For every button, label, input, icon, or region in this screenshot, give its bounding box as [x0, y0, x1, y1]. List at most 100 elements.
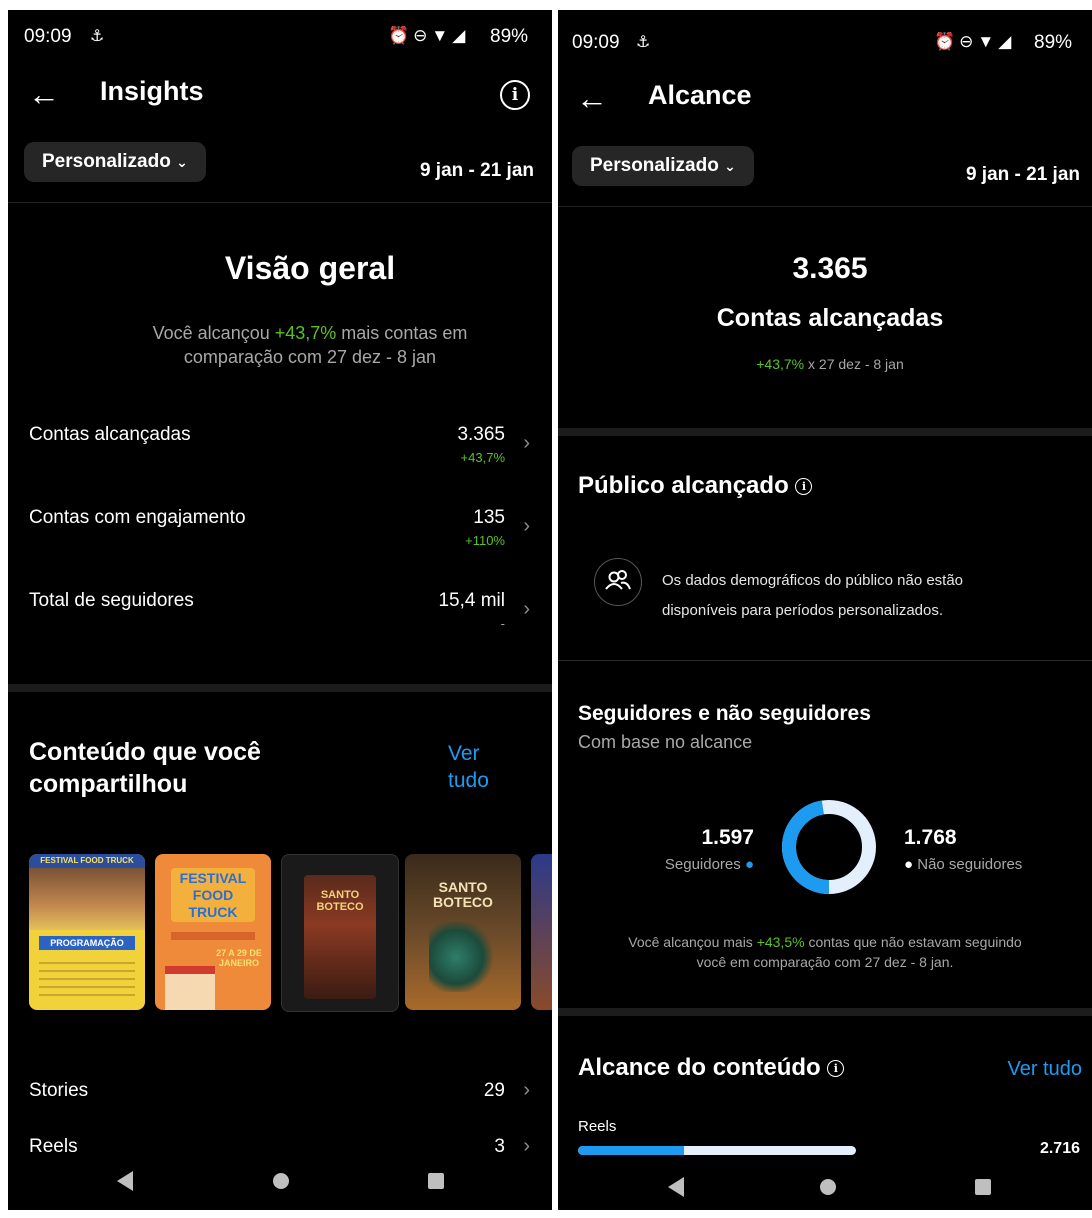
followers-donut-chart	[782, 800, 876, 894]
chevron-right-icon: ›	[523, 598, 530, 620]
reach-compare: +43,7% x 27 dez - 8 jan	[756, 356, 904, 372]
overview-summary-pct: +43,7%	[274, 323, 337, 343]
followers-subheading: Com base no alcance	[578, 732, 753, 752]
divider	[8, 202, 552, 203]
non-followers-label: ● Não seguidores	[904, 856, 1023, 873]
reels-row[interactable]: Reels 3 ›	[8, 1126, 552, 1170]
non-followers-dot: ●	[904, 856, 914, 873]
info-icon[interactable]: i	[795, 478, 813, 496]
audience-notice: Os dados demográficos do público não est…	[662, 572, 964, 619]
section-divider	[558, 428, 1092, 436]
notification-icon: ⚓	[90, 28, 105, 45]
battery-level: 89%	[1034, 32, 1073, 53]
see-all-reach-link[interactable]: Ver tudo	[1007, 1058, 1082, 1081]
list-label: Reels	[29, 1136, 78, 1157]
thumbnail-title: FESTIVAL FOOD TRUCK	[29, 854, 145, 868]
followers-note-pct: +43,5%	[756, 934, 805, 950]
nav-recents-icon[interactable]	[428, 1173, 444, 1189]
period-dropdown[interactable]: Personalizado ⌄	[572, 146, 754, 186]
date-range: 9 jan - 21 jan	[419, 160, 534, 181]
thumbnail-title: SANTO BOTECO	[304, 875, 376, 999]
chevron-right-icon: ›	[523, 432, 530, 454]
thumbnail-truck	[165, 966, 215, 1010]
period-dropdown-label: Personalizado	[590, 155, 719, 176]
chevron-right-icon: ›	[523, 1135, 530, 1157]
period-dropdown[interactable]: Personalizado ⌄	[24, 142, 206, 182]
thumbnail-title: FESTIVAL FOOD TRUCK	[171, 868, 255, 922]
list-value: 29	[483, 1080, 505, 1101]
divider	[558, 660, 1092, 661]
metric-row-followers[interactable]: Total de seguidores 15,4 mil - ›	[8, 576, 552, 646]
section-divider	[558, 1008, 1092, 1016]
nav-home-icon[interactable]	[273, 1173, 289, 1189]
list-value: 3	[494, 1136, 505, 1157]
status-time: 09:09	[24, 26, 72, 47]
metric-value: 135	[473, 507, 505, 528]
content-heading: Conteúdo que você compartilhou	[29, 738, 261, 798]
chevron-right-icon: ›	[523, 515, 530, 537]
thumbnail-caption: PROGRAMAÇÃO	[39, 936, 135, 950]
metric-value: 15,4 mil	[438, 590, 505, 611]
content-thumbnail[interactable]: FESTIVAL FOOD TRUCK 27 A 29 DE JANEIRO	[155, 854, 271, 1010]
info-icon[interactable]: i	[827, 1060, 845, 1078]
notification-icon: ⚓	[636, 34, 651, 51]
metric-row-engaged[interactable]: Contas com engajamento 135 +110% ›	[8, 493, 552, 563]
metric-label: Total de seguidores	[29, 590, 194, 611]
metric-change: +110%	[465, 533, 505, 548]
reach-value: 3.365	[792, 252, 868, 285]
content-thumbnail[interactable]: SANTO BOTECO	[281, 854, 399, 1012]
list-label: Stories	[29, 1080, 89, 1101]
status-icons: ⏰⊖▼◢	[934, 32, 1016, 51]
reels-reach-label: Reels	[578, 1118, 617, 1135]
metric-label: Contas alcançadas	[29, 424, 191, 445]
followers-heading: Seguidores e não seguidores	[578, 702, 871, 725]
followers-label: Seguidores ●	[664, 856, 754, 873]
metric-value: 3.365	[457, 424, 505, 445]
reach-pct: +43,7%	[756, 356, 805, 372]
insights-screen: 09:09 ⚓ ⏰⊖▼◢ 89% ← Insights i Personaliz…	[8, 10, 552, 1210]
back-arrow-icon[interactable]: ←	[576, 82, 608, 114]
status-icons: ⏰⊖▼◢	[388, 26, 470, 45]
nav-recents-icon[interactable]	[975, 1179, 991, 1195]
content-thumbnail[interactable]: SANTO BOTECO	[405, 854, 521, 1010]
content-reach-heading: Alcance do conteúdo i	[578, 1054, 845, 1082]
divider	[558, 206, 1092, 207]
thumbnail-strip	[171, 932, 255, 940]
info-icon[interactable]: i	[500, 80, 530, 110]
date-range: 9 jan - 21 jan	[965, 164, 1080, 185]
period-dropdown-label: Personalizado	[42, 151, 171, 172]
followers-value: 1.597	[701, 826, 754, 849]
reels-reach-bar-followers	[578, 1146, 684, 1155]
thumbnail-caption: 27 A 29 DE JANEIRO	[216, 948, 262, 968]
content-thumbnail[interactable]	[531, 854, 552, 1010]
status-time: 09:09	[572, 32, 620, 53]
back-arrow-icon[interactable]: ←	[28, 78, 60, 110]
metric-row-reached[interactable]: Contas alcançadas 3.365 +43,7% ›	[8, 410, 552, 480]
page-title: Alcance	[648, 80, 752, 110]
nav-home-icon[interactable]	[820, 1179, 836, 1195]
see-all-content-link[interactable]: Ver tudo	[448, 740, 489, 794]
metric-change: +43,7%	[460, 450, 505, 465]
overview-heading: Visão geral	[224, 250, 396, 286]
nav-back-icon[interactable]	[668, 1177, 684, 1197]
thumbnail-title: SANTO BOTECO	[433, 879, 493, 910]
section-divider	[8, 684, 552, 692]
followers-note: Você alcançou mais +43,5% contas que não…	[628, 934, 1022, 970]
nav-back-icon[interactable]	[117, 1171, 133, 1191]
thumbnail-bird	[429, 922, 497, 992]
chevron-right-icon: ›	[523, 1079, 530, 1101]
overview-summary: Você alcançou +43,7% mais contas em comp…	[152, 323, 468, 367]
page-title: Insights	[100, 76, 204, 106]
battery-level: 89%	[490, 26, 529, 47]
non-followers-value: 1.768	[904, 826, 957, 849]
stories-row[interactable]: Stories 29 ›	[8, 1070, 552, 1114]
followers-dot: ●	[744, 856, 754, 873]
reels-reach-value: 2.716	[1039, 1140, 1080, 1157]
audience-icon	[594, 558, 642, 606]
reels-reach-bar	[578, 1146, 856, 1155]
metric-change: -	[500, 616, 505, 631]
reach-screen: 09:09 ⚓ ⏰⊖▼◢ 89% ← Alcance Personalizado…	[558, 10, 1092, 1210]
content-thumbnail[interactable]: FESTIVAL FOOD TRUCK PROGRAMAÇÃO	[29, 854, 145, 1010]
chevron-down-icon: ⌄	[176, 154, 188, 170]
metric-label: Contas com engajamento	[29, 507, 246, 528]
